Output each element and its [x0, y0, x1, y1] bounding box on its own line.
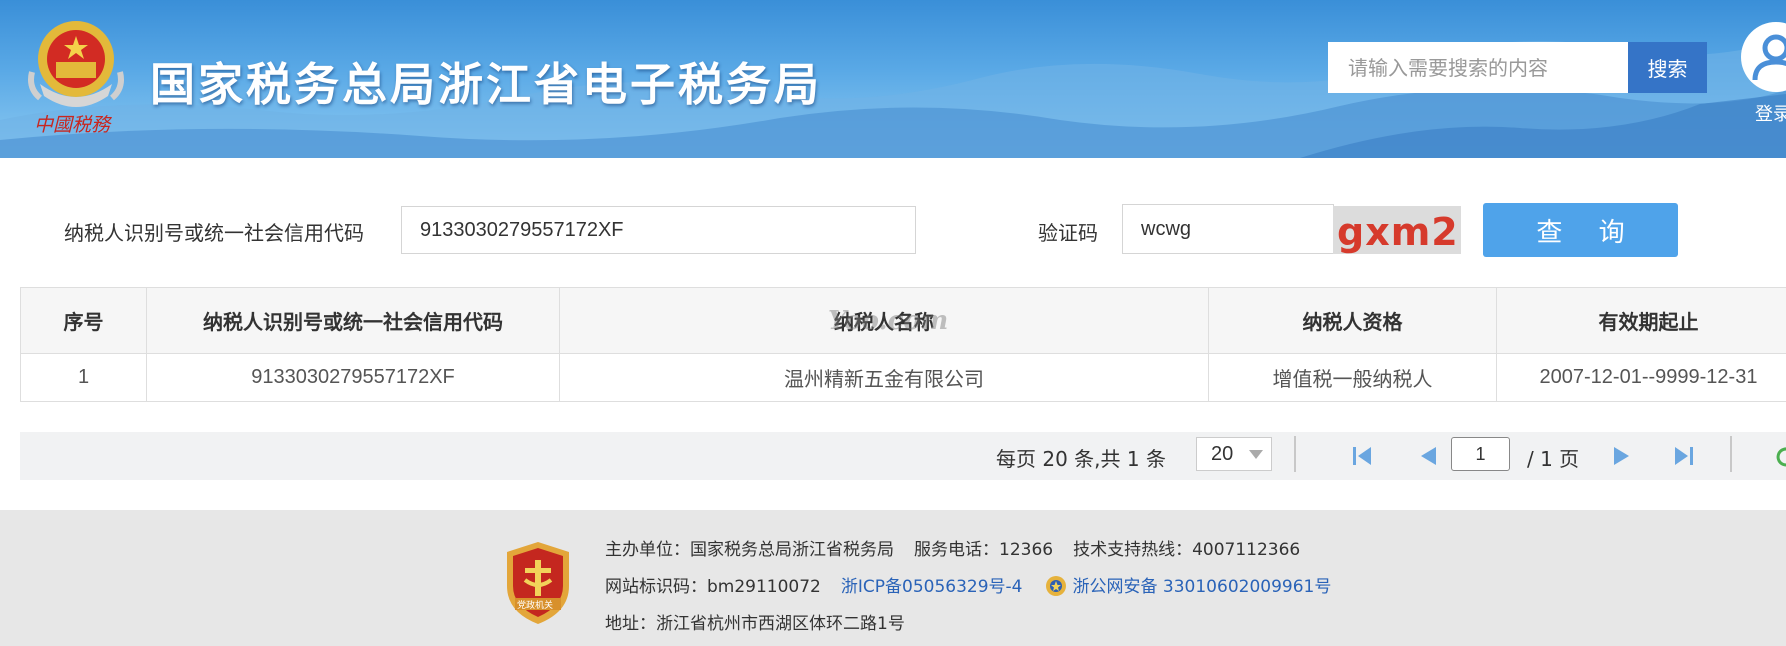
next-page-icon[interactable]	[1610, 444, 1634, 468]
result-table: 序号 纳税人识别号或统一社会信用代码 纳税人名称 纳税人资格 有效期起止 1 9…	[20, 287, 1786, 402]
footer-address: 地址：浙江省杭州市西湖区体环二路1号	[605, 614, 905, 634]
cell-qualification: 增值税一般纳税人	[1208, 353, 1497, 402]
police-badge-icon	[1045, 576, 1066, 596]
pagination-info: 每页 20 条,共 1 条	[996, 447, 1166, 471]
search-button[interactable]: 搜索	[1628, 42, 1707, 93]
chevron-down-icon	[1249, 450, 1263, 459]
captcha-text: gxm2	[1337, 210, 1459, 254]
page-total: / 1 页	[1527, 447, 1580, 471]
site-header: 中國税務 国家税务总局浙江省电子税务局 搜索 登录	[0, 0, 1786, 158]
site-title: 国家税务总局浙江省电子税务局	[150, 58, 823, 111]
watermark: Yoo.com	[828, 306, 949, 336]
pagination-divider	[1294, 436, 1296, 472]
cell-taxpayer-id: 9133030279557172XF	[146, 353, 560, 402]
refresh-icon[interactable]	[1776, 444, 1786, 468]
cell-taxpayer-name: 温州精新五金有限公司	[559, 353, 1209, 402]
pagination-divider	[1730, 436, 1732, 472]
emblem-caption: 中國税務	[34, 114, 111, 136]
login-label: 登录	[1755, 104, 1786, 125]
last-page-icon[interactable]	[1672, 444, 1696, 468]
police-record-link[interactable]: 浙公网安备 33010602009961号	[1073, 577, 1332, 597]
taxpayer-id-label: 纳税人识别号或统一社会信用代码	[64, 221, 364, 245]
footer-line-1: 主办单位：国家税务总局浙江省税务局 服务电话：12366 技术支持热线：400711…	[605, 535, 1300, 560]
government-shield-icon	[507, 542, 569, 624]
query-button[interactable]: 查 询	[1483, 203, 1678, 257]
captcha-label: 验证码	[1038, 221, 1098, 245]
column-header-validity: 有效期起止	[1496, 287, 1786, 354]
footer-support-hotline: 技术支持热线：4007112366	[1073, 540, 1301, 560]
cell-index: 1	[20, 353, 147, 402]
captcha-input[interactable]	[1122, 204, 1334, 254]
column-header-taxpayer-id: 纳税人识别号或统一社会信用代码	[146, 287, 560, 354]
pagination-bar: 每页 20 条,共 1 条 20 / 1 页	[20, 432, 1786, 480]
government-badge[interactable]: 党政机关	[503, 540, 573, 626]
page-size-value: 20	[1211, 443, 1234, 465]
column-header-qualification: 纳税人资格	[1208, 287, 1497, 354]
taxpayer-id-input[interactable]	[401, 206, 916, 254]
icp-link[interactable]: 浙ICP备05056329号-4	[841, 577, 1023, 597]
first-page-icon[interactable]	[1350, 444, 1374, 468]
cell-validity: 2007-12-01--9999-12-31	[1496, 353, 1786, 402]
site-footer: 党政机关 主办单位：国家税务总局浙江省税务局 服务电话：12366 技术支持热线：4…	[0, 510, 1786, 646]
column-header-index: 序号	[20, 287, 147, 354]
user-avatar-icon	[1741, 22, 1786, 92]
footer-service-phone: 服务电话：12366	[914, 540, 1054, 560]
footer-site-code: 网站标识码：bm29110072	[605, 577, 821, 597]
badge-text: 党政机关	[517, 601, 554, 611]
login-button[interactable]: 登录	[1741, 22, 1786, 132]
previous-page-icon[interactable]	[1416, 444, 1440, 468]
table-row[interactable]: 1 9133030279557172XF 温州精新五金有限公司 增值税一般纳税人…	[20, 353, 1786, 402]
current-page-input[interactable]	[1451, 437, 1510, 471]
search-input[interactable]	[1328, 42, 1628, 93]
footer-line-2: 网站标识码：bm29110072 浙ICP备05056329号-4 浙公网安备 3…	[605, 572, 1331, 597]
footer-sponsor: 主办单位：国家税务总局浙江省税务局	[605, 540, 894, 560]
page-size-select[interactable]: 20	[1196, 437, 1272, 471]
captcha-image[interactable]: gxm2	[1333, 206, 1461, 254]
